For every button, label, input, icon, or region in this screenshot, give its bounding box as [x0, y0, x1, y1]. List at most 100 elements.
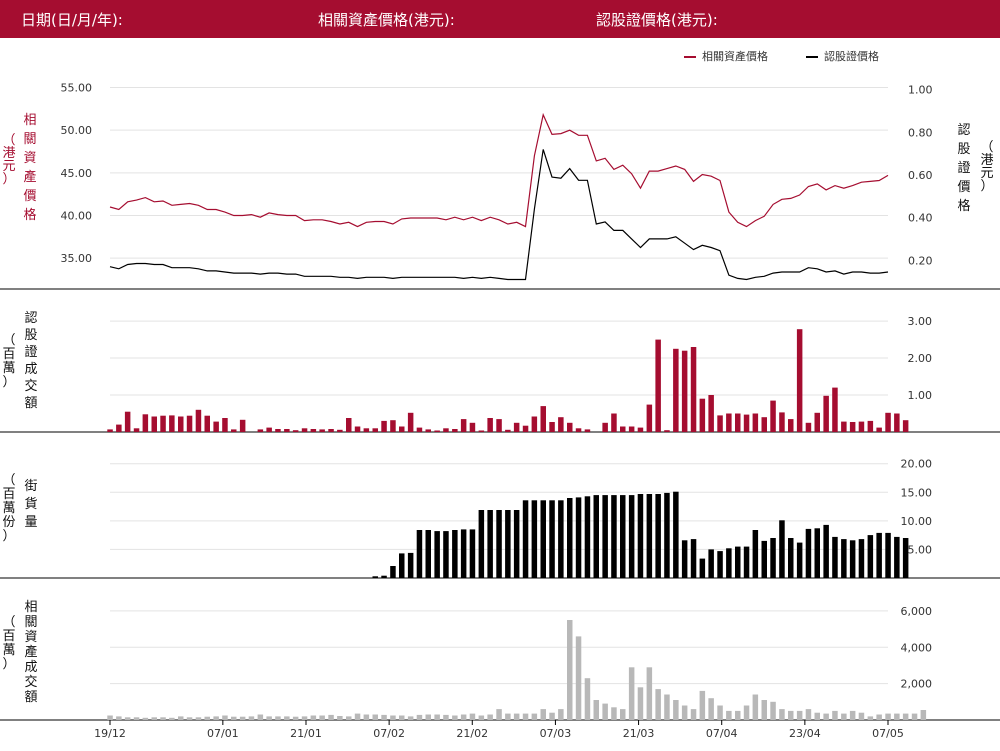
outstanding-bar — [637, 494, 644, 578]
underlying-turnover-bar — [673, 700, 679, 720]
underlying-turnover-bar — [628, 667, 635, 720]
outstanding-bar — [805, 528, 812, 578]
outstanding-bar — [655, 494, 661, 578]
underlying-turnover-axis-label: 關 — [24, 615, 37, 630]
underlying-turnover-bar — [867, 716, 874, 720]
left-axis-label: 相 — [23, 113, 36, 128]
outstanding-bar — [735, 546, 741, 578]
underlying-turnover-bar — [505, 713, 511, 720]
underlying-turnover-bar — [151, 717, 157, 720]
outstanding-axis-label: 街 — [24, 479, 37, 494]
underlying-turnover-bar — [346, 716, 352, 720]
warrant-turnover-bar — [841, 421, 847, 432]
underlying-turnover-bar — [655, 689, 661, 720]
underlying-turnover-bar — [231, 716, 237, 720]
outstanding-bar — [885, 532, 891, 578]
x-tick-label: 19/12 — [94, 727, 126, 740]
warrant-turnover-bar — [673, 348, 679, 432]
warrant-turnover-bar — [178, 416, 184, 432]
outstanding-bar — [620, 495, 626, 578]
warrant-turnover-bar — [575, 428, 582, 432]
warrant-turnover-bar — [443, 428, 449, 432]
underlying-turnover-bar — [381, 714, 387, 720]
underlying-turnover-bar — [301, 716, 308, 720]
underlying-turnover-bar — [169, 717, 175, 720]
outstanding-axis-unit: 萬 — [2, 501, 15, 516]
outstanding-tick-label: 20.00 — [901, 458, 933, 471]
underlying-turnover-bar — [160, 717, 166, 720]
left-y-tick-label: 55.00 — [61, 82, 93, 95]
underlying-turnover-bar — [186, 717, 193, 720]
underlying-turnover-bar — [575, 636, 582, 720]
legend-underlying-label: 相關資產價格 — [702, 49, 768, 63]
warrant-turnover-axis-label: 交 — [24, 378, 37, 394]
warrant-turnover-axis-label: 成 — [24, 362, 37, 377]
legend-warrant-label: 認股證價格 — [824, 49, 879, 63]
outstanding-bar — [496, 510, 502, 578]
underlying-turnover-bar — [257, 714, 264, 720]
underlying-turnover-bar — [681, 705, 688, 720]
underlying-turnover-bar — [770, 701, 776, 720]
warrant-turnover-bar — [328, 429, 334, 432]
outstanding-bar — [779, 520, 785, 578]
underlying-turnover-bar — [920, 710, 927, 720]
warrant-turnover-bar — [690, 347, 697, 432]
underlying-turnover-bar — [690, 709, 697, 720]
outstanding-bar — [841, 539, 847, 578]
underlying-turnover-bar — [292, 716, 299, 720]
underlying-turnover-bar — [796, 710, 803, 720]
outstanding-axis-unit: 份 — [2, 515, 15, 530]
warrant-turnover-bar — [487, 418, 493, 432]
warrant-turnover-bar — [761, 417, 767, 432]
underlying-turnover-bar — [593, 700, 599, 720]
warrant-turnover-bar — [735, 413, 741, 432]
warrant-turnover-bar — [681, 350, 688, 432]
warrant-turnover-bar — [708, 395, 714, 432]
underlying-turnover-bar — [239, 716, 246, 720]
x-tick-label: 07/03 — [540, 727, 572, 740]
warrant-turnover-bar — [275, 429, 281, 432]
outstanding-bar — [823, 524, 829, 578]
outstanding-bar — [443, 531, 449, 578]
underlying-turnover-bar — [116, 716, 122, 720]
underlying-turnover-bar — [885, 713, 891, 720]
underlying-turnover-bar — [310, 715, 317, 720]
outstanding-bar — [646, 494, 653, 578]
warrant-turnover-bar — [337, 429, 343, 432]
warrant-turnover-bar — [894, 413, 900, 432]
warrant-turnover-bar — [124, 411, 131, 432]
legend: 相關資產價格 認股證價格 — [684, 49, 879, 63]
underlying-turnover-bar — [284, 716, 290, 720]
warrant-turnover-bar — [867, 420, 874, 432]
underlying-turnover-bar — [319, 715, 325, 720]
underlying-turnover-bar — [328, 714, 334, 720]
outstanding-bar — [478, 510, 485, 578]
x-tick-label: 07/01 — [207, 727, 239, 740]
underlying-turnover-bar — [814, 712, 820, 720]
outstanding-bar — [487, 510, 493, 578]
underlying-turnover-bar — [469, 713, 476, 720]
warrant-turnover-bar — [496, 419, 502, 432]
warrant-turnover-bar — [169, 415, 175, 432]
left-axis-label: 資 — [23, 151, 36, 166]
x-tick-label: 07/05 — [872, 727, 904, 740]
outstanding-bar — [867, 535, 874, 578]
warrant-turnover-bar — [770, 400, 776, 432]
underlying-turnover-bar — [584, 678, 591, 720]
outstanding-bar — [770, 538, 776, 578]
outstanding-bar — [743, 546, 750, 578]
underlying-turnover-bar — [222, 715, 228, 720]
warrant-turnover-bar — [558, 417, 564, 432]
warrant-turnover-bar — [460, 419, 467, 432]
outstanding-bar — [796, 542, 803, 578]
underlying-turnover-bar — [142, 717, 149, 720]
underlying-turnover-bar — [354, 713, 361, 720]
warrant-turnover-bar — [655, 339, 661, 432]
warrant-turnover-bar — [310, 429, 317, 432]
underlying-turnover-bar — [416, 714, 423, 720]
left-y-tick-label: 35.00 — [61, 252, 93, 265]
underlying-turnover-bar — [266, 716, 272, 720]
underlying-turnover-bar — [664, 694, 670, 720]
outstanding-bar — [452, 530, 458, 578]
underlying-turnover-bar — [390, 715, 396, 720]
